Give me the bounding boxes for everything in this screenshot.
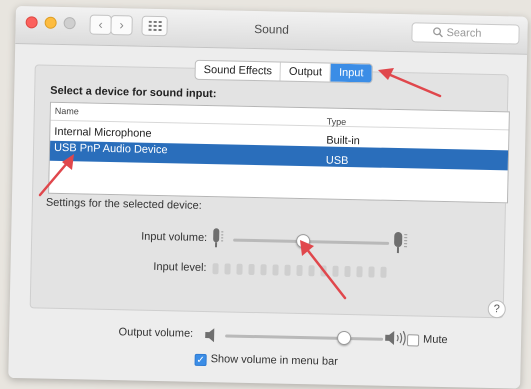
microphone-icon <box>213 228 224 248</box>
level-segment <box>356 266 363 278</box>
tab-input[interactable]: Input <box>330 63 372 83</box>
speaker-icon <box>205 328 215 343</box>
level-segment <box>212 263 219 275</box>
device-type: Built-in <box>326 134 360 148</box>
level-segment <box>380 266 387 278</box>
sound-preferences-window: ‹ › Sound Search Sound Effects Output In… <box>8 6 528 389</box>
mute-label: Mute <box>422 333 448 347</box>
device-table[interactable]: Name Type Internal Microphone Built-in U… <box>48 101 510 204</box>
input-level-label: Input level: <box>153 260 207 275</box>
level-segment <box>308 265 315 277</box>
level-segment <box>332 265 339 277</box>
tab-sound-effects[interactable]: Sound Effects <box>195 60 282 81</box>
device-name: USB PnP Audio Device <box>53 141 168 157</box>
level-segment <box>260 264 267 276</box>
level-segment <box>368 266 375 278</box>
title-bar: ‹ › Sound Search <box>15 6 528 55</box>
output-volume-slider-thumb[interactable] <box>336 330 351 346</box>
search-field[interactable]: Search <box>411 22 520 45</box>
device-type: USB <box>325 154 349 167</box>
show-volume-label: Show volume in menu bar <box>210 353 338 368</box>
checkmark-icon: ✓ <box>196 354 205 367</box>
search-placeholder: Search <box>446 27 482 40</box>
output-volume-label: Output volume: <box>118 326 194 340</box>
level-segment <box>236 263 243 275</box>
input-volume-label: Input volume: <box>141 230 208 245</box>
level-segment <box>296 264 303 277</box>
level-segment <box>320 265 327 277</box>
level-segment <box>248 263 255 276</box>
column-header-type[interactable]: Type <box>327 117 347 127</box>
level-segment <box>272 264 279 276</box>
search-icon <box>433 27 443 38</box>
column-header-name[interactable]: Name <box>55 106 79 117</box>
level-segment <box>344 265 351 278</box>
speaker-loud-icon <box>385 330 406 346</box>
show-volume-checkbox[interactable]: ✓ <box>194 353 207 367</box>
level-segment <box>224 263 231 275</box>
tab-bar: Sound Effects Output Input <box>194 59 373 84</box>
tab-output[interactable]: Output <box>280 62 332 82</box>
microphone-icon <box>394 232 408 254</box>
mute-checkbox[interactable] <box>406 334 420 347</box>
level-segment <box>284 264 291 276</box>
output-volume-slider-track[interactable] <box>225 334 384 341</box>
device-name: Internal Microphone <box>54 125 152 140</box>
